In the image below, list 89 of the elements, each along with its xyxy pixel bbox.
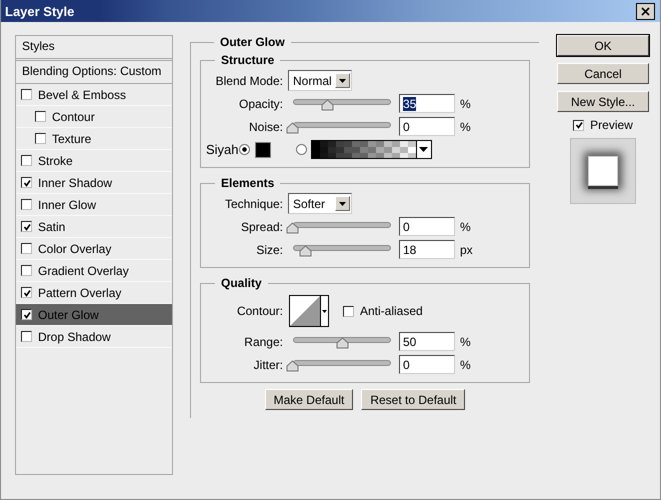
checkbox[interactable] [21,177,32,188]
input-field[interactable]: 50 [399,332,455,351]
checkbox[interactable] [21,243,32,254]
unit-label: px [460,242,473,256]
sidebar-header: Styles [16,36,172,61]
action-button[interactable]: Reset to Default [361,389,466,410]
checkbox[interactable] [21,199,32,210]
caret-icon [339,202,346,206]
item-label: Stroke [38,154,73,168]
item-label: Inner Glow [38,198,96,212]
checkbox[interactable] [21,221,32,232]
dropdown[interactable]: Normal [288,70,352,91]
close-icon [641,6,650,16]
field-label: Contour: [236,304,283,318]
unit-label: % [460,96,471,110]
slider-thumb[interactable] [286,222,299,234]
input-field[interactable]: 0 [399,355,455,374]
item-label: Color Overlay [38,242,112,256]
field-label: Range: [243,334,283,348]
sidebar-item[interactable]: Drop Shadow [16,326,172,348]
window-title: Layer Style [5,4,74,18]
preview-drawing [570,138,636,204]
field-label: Jitter: [252,358,283,372]
sidebar-item[interactable]: Blending Options: Custom [16,61,172,84]
checkbox[interactable] [21,309,32,320]
sidebar-item[interactable]: Outer Glow [16,304,172,326]
unit-label: % [460,358,471,372]
gradient-picker[interactable] [310,140,432,159]
sidebar-item[interactable]: Bevel & Emboss [16,84,172,106]
sidebar-item[interactable]: Gradient Overlay [16,260,172,282]
group-title: Quality [220,276,263,290]
caret-icon [339,78,346,82]
checkbox[interactable] [35,111,46,122]
group-title: Structure [220,53,276,67]
checkbox-label: Preview [590,118,633,132]
field-label: Spread: [240,220,283,234]
input-field[interactable]: 0 [399,217,455,236]
input-field[interactable]: 18 [399,240,455,259]
field-label: Noise: [248,120,283,134]
radio-button[interactable] [238,144,250,155]
field-label: Blend Mode: [214,74,283,88]
section-title: Outer Glow [219,35,286,49]
contour-picker[interactable] [289,295,329,327]
checkbox[interactable] [21,265,32,276]
input-field[interactable]: 0 [399,117,455,136]
field-label: Technique: [224,196,283,210]
item-label: Pattern Overlay [38,286,122,300]
dialog-button[interactable]: New Style... [557,91,649,112]
dialog-button[interactable]: Cancel [557,63,649,84]
slider-thumb[interactable] [286,360,299,372]
checkbox[interactable] [343,306,354,316]
item-label: Bevel & Emboss [38,88,126,102]
sidebar-item[interactable]: Contour [16,106,172,128]
item-label: Satin [38,220,66,234]
sidebar-item[interactable]: Stroke [16,150,172,172]
caret-icon [322,310,327,312]
item-label: Gradient Overlay [38,264,129,278]
item-label: Inner Shadow [38,176,112,190]
unit-label: % [460,120,471,134]
item-label: Drop Shadow [38,330,111,344]
checkbox-label: Anti-aliased [360,304,423,318]
caret-icon [419,147,428,152]
checkbox[interactable] [21,287,32,298]
input-field[interactable]: 35 [399,94,455,113]
item-label: Outer Glow [38,308,99,322]
checkbox[interactable] [573,120,584,130]
sidebar-item[interactable]: Color Overlay [16,238,172,260]
sidebar-item[interactable]: Inner Glow [16,194,172,216]
checkbox[interactable] [35,133,46,144]
unit-label: % [460,334,471,348]
sidebar-item[interactable]: Satin [16,216,172,238]
close-button[interactable] [636,2,655,20]
item-label: Contour [52,110,95,124]
checkbox[interactable] [21,155,32,166]
group-title: Elements [220,176,276,190]
field-label: Opacity: [238,96,283,110]
action-button[interactable]: Make Default [264,389,354,410]
sidebar-item[interactable]: Inner Shadow [16,172,172,194]
dropdown[interactable]: Softer [288,193,352,214]
sidebar-item[interactable]: Texture [16,128,172,150]
checkbox[interactable] [21,89,32,100]
radio-button[interactable] [296,144,307,155]
unit-label: % [460,220,471,234]
color-swatch[interactable] [254,142,271,158]
dialog-button[interactable]: OK [557,35,649,56]
field-label: Siyah [206,142,239,157]
checkbox[interactable] [21,331,32,342]
item-label: Texture [52,132,92,146]
field-label: Size: [255,242,283,256]
